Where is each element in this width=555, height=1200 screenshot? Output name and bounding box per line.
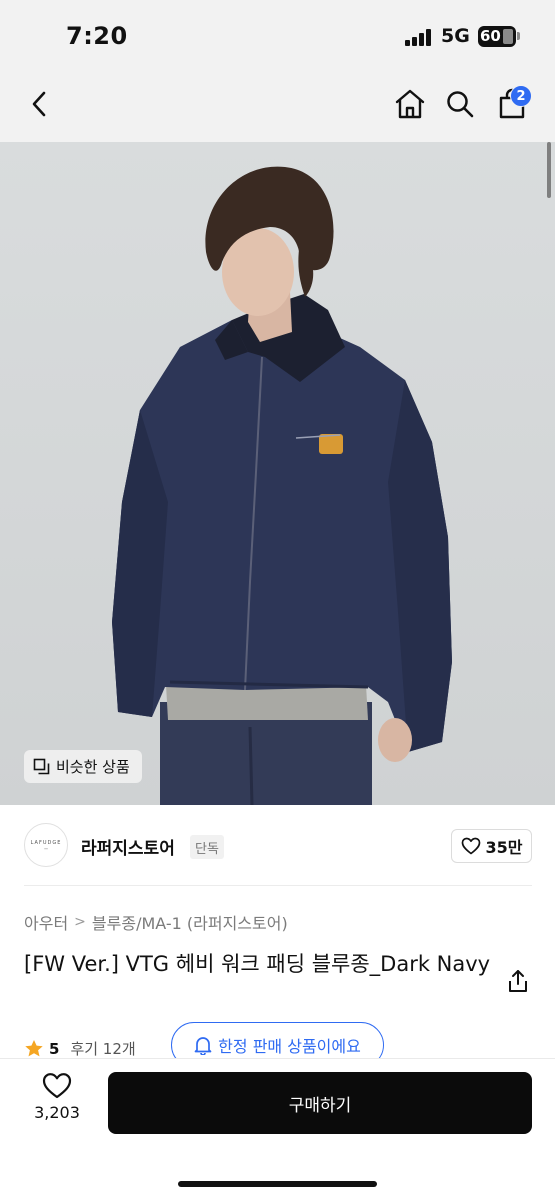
seller-like-button[interactable]: 35만 <box>451 829 532 863</box>
home-icon <box>395 89 425 119</box>
similar-products-label: 비슷한 상품 <box>56 758 130 776</box>
product-image[interactable] <box>0 142 555 805</box>
breadcrumb: 아우터 > 블루종/MA-1 (라퍼지스토어) <box>24 910 288 934</box>
product-photo-illustration <box>112 166 452 805</box>
breadcrumb-category[interactable]: 아우터 <box>24 910 68 934</box>
similar-products-button[interactable]: 비슷한 상품 <box>24 750 142 783</box>
seller-logo-underline: ━━ <box>44 846 48 851</box>
buy-button[interactable]: 구매하기 <box>108 1072 532 1134</box>
chevron-right-icon: > <box>74 914 86 930</box>
seller-logo-text: LAFUDGE <box>30 839 62 846</box>
search-button[interactable] <box>438 82 482 126</box>
back-button[interactable] <box>18 82 62 126</box>
buy-button-label: 구매하기 <box>288 1095 352 1116</box>
image-scrollbar[interactable] <box>547 142 551 198</box>
heart-icon <box>42 1073 72 1099</box>
product-title: [FW Ver.] VTG 헤비 워크 패딩 블루종_Dark Navy <box>24 952 491 976</box>
seller-like-count: 35만 <box>485 838 523 857</box>
status-bar: 7:20 5G 60 <box>0 0 555 70</box>
limited-sale-label: 한정 판매 상품이에요 <box>218 1037 361 1056</box>
home-button[interactable] <box>388 82 432 126</box>
battery-nub <box>517 32 520 40</box>
share-icon <box>509 970 527 992</box>
rating-row[interactable]: 5 후기 12개 <box>24 1038 136 1059</box>
seller-logo[interactable]: LAFUDGE ━━ <box>24 823 68 867</box>
nav-bar <box>0 70 555 142</box>
bell-icon <box>194 1036 212 1055</box>
wishlist-button[interactable]: 3,203 <box>24 1072 90 1132</box>
divider <box>24 885 532 886</box>
share-button[interactable] <box>504 966 532 996</box>
signal-icon <box>405 28 435 46</box>
heart-icon <box>461 837 480 855</box>
rating-score: 5 <box>49 1039 60 1058</box>
home-indicator <box>178 1181 377 1187</box>
battery-level: 60 <box>480 27 501 45</box>
breadcrumb-subcategory[interactable]: 블루종/MA-1 (라퍼지스토어) <box>92 910 288 934</box>
wishlist-count: 3,203 <box>34 1103 80 1122</box>
network-label: 5G <box>441 25 470 47</box>
seller-name[interactable]: 라퍼지스토어 <box>81 834 175 859</box>
chevron-left-icon <box>32 91 46 117</box>
cart-count-badge: 2 <box>510 85 532 107</box>
exclusive-badge: 단독 <box>190 835 224 859</box>
copy-icon <box>33 758 50 775</box>
battery-icon: 60 <box>478 26 516 47</box>
star-icon <box>25 1040 43 1057</box>
status-time: 7:20 <box>66 22 128 50</box>
search-icon <box>447 91 474 118</box>
review-count: 후기 12개 <box>70 1040 136 1058</box>
